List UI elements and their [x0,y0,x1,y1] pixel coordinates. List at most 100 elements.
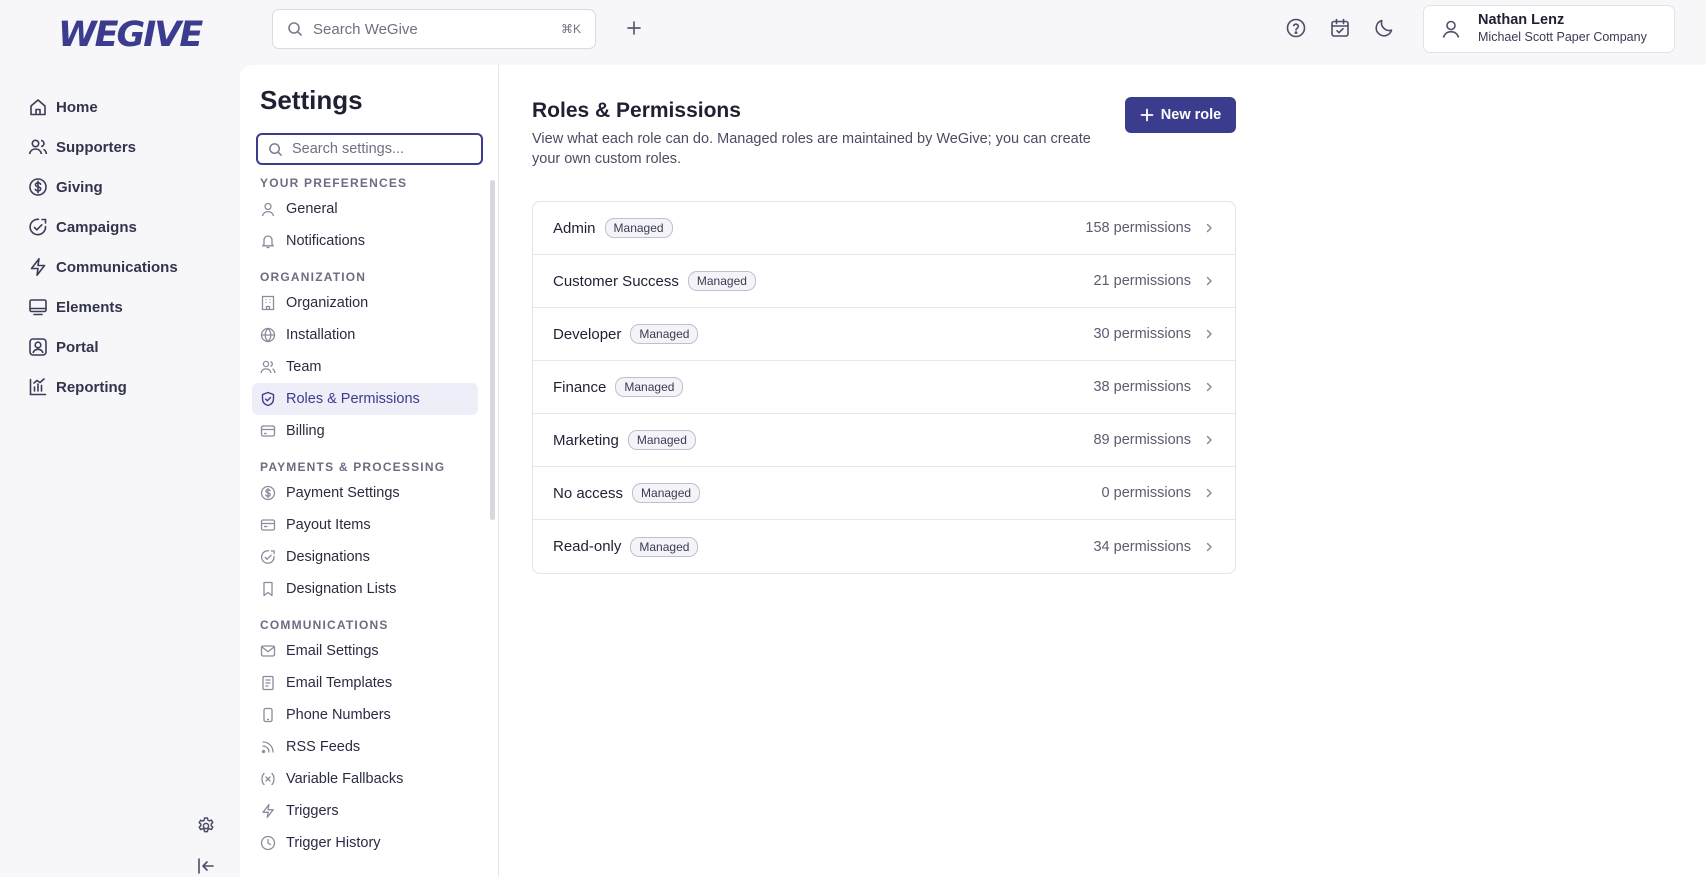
nav-item-home[interactable]: Home [28,87,178,127]
designation-icon [260,549,276,565]
role-name: Admin [553,219,596,237]
role-name: Finance [553,378,607,396]
role-row-customer-success[interactable]: Customer Success Managed 21 permissions [533,255,1235,308]
role-row-read-only[interactable]: Read-only Managed 34 permissions [533,520,1235,573]
nav-item-communications[interactable]: Communications [28,247,178,287]
users-icon [28,137,48,157]
nav-label: Home [56,98,98,116]
nav-item-giving[interactable]: Giving [28,167,178,207]
page-title: Roles & Permissions [532,99,741,122]
role-name: Developer [553,325,622,343]
shield-check-icon [260,391,276,407]
global-search-input[interactable]: Search WeGive ⌘K [272,9,596,49]
chevron-right-icon [1203,222,1215,234]
lightning-icon [260,803,276,819]
nav-label: Campaigns [56,218,137,236]
building-icon [260,295,276,311]
settings-item-payout-items[interactable]: Payout Items [252,509,478,541]
user-company: Michael Scott Paper Company [1478,30,1647,44]
bookmark-icon [260,581,276,597]
settings-scrollbar[interactable] [490,180,495,520]
settings-item-phone-numbers[interactable]: Phone Numbers [252,699,478,731]
role-row-no-access[interactable]: No access Managed 0 permissions [533,467,1235,520]
nav-label: Reporting [56,378,127,396]
managed-badge: Managed [630,536,699,557]
settings-item-label: Variable Fallbacks [286,771,404,787]
role-name: Marketing [553,431,619,449]
user-icon [260,201,276,217]
plus-icon [1140,108,1154,122]
settings-item-label: Triggers [286,803,339,819]
chevron-right-icon [1203,381,1215,393]
role-name: No access [553,484,624,502]
user-name: Nathan Lenz [1478,12,1565,28]
moon-icon[interactable] [1373,17,1395,39]
role-row-developer[interactable]: Developer Managed 30 permissions [533,308,1235,361]
user-avatar-icon [1440,18,1462,40]
role-row-marketing[interactable]: Marketing Managed 89 permissions [533,414,1235,467]
settings-item-organization[interactable]: Organization [252,287,478,319]
nav-item-portal[interactable]: Portal [28,327,178,367]
settings-item-label: Email Settings [286,643,379,659]
settings-item-label: Email Templates [286,675,393,691]
settings-search-input[interactable]: Search settings... [256,133,483,165]
managed-badge: Managed [630,324,699,344]
nav-item-campaigns[interactable]: Campaigns [28,207,178,247]
nav-label: Portal [56,338,99,356]
settings-item-roles-permissions[interactable]: Roles & Permissions [252,383,478,415]
settings-menu: YOUR PREFERENCES General Notifications O… [252,173,478,859]
managed-badge: Managed [632,483,701,503]
section-heading-payments: PAYMENTS & PROCESSING [260,460,446,474]
settings-item-trigger-history[interactable]: Trigger History [252,827,478,859]
permission-count: 30 permissions [1093,326,1191,342]
settings-item-team[interactable]: Team [252,351,478,383]
variable-icon [260,771,276,787]
lightning-icon [28,257,48,277]
logo-text: WEGIVE [58,15,203,55]
managed-badge: Managed [615,377,684,397]
calendar-check-icon[interactable] [1329,17,1351,39]
roles-list: Admin Managed 158 permissions Customer S… [532,201,1236,574]
main-nav: Home Supporters Giving Campaigns Communi… [28,87,178,407]
mail-icon [260,643,276,659]
gear-icon[interactable] [196,816,216,836]
role-name: Read-only [553,538,622,555]
settings-item-billing[interactable]: Billing [252,415,478,447]
settings-item-label: RSS Feeds [286,739,361,755]
payout-icon [260,517,276,533]
nav-item-elements[interactable]: Elements [28,287,178,327]
search-shortcut: ⌘K [560,22,581,36]
settings-item-label: Trigger History [286,835,381,851]
settings-item-email-settings[interactable]: Email Settings [252,635,478,667]
settings-item-rss-feeds[interactable]: RSS Feeds [252,731,478,763]
settings-item-designation-lists[interactable]: Designation Lists [252,573,478,605]
permission-count: 158 permissions [1085,220,1191,236]
settings-item-designations[interactable]: Designations [252,541,478,573]
settings-item-installation[interactable]: Installation [252,319,478,351]
help-circle-icon[interactable] [1285,17,1307,39]
role-row-finance[interactable]: Finance Managed 38 permissions [533,361,1235,414]
monitor-icon [28,297,48,317]
nav-item-supporters[interactable]: Supporters [28,127,178,167]
phone-icon [260,707,276,723]
plus-icon[interactable] [624,18,644,38]
nav-item-reporting[interactable]: Reporting [28,367,178,407]
wegive-logo[interactable]: WEGIVE [58,15,203,55]
role-row-admin[interactable]: Admin Managed 158 permissions [533,202,1235,255]
collapse-sidebar-icon[interactable] [196,856,216,876]
nav-label: Elements [56,298,123,316]
nav-label: Communications [56,258,178,276]
search-icon [287,21,303,37]
settings-item-email-templates[interactable]: Email Templates [252,667,478,699]
settings-item-triggers[interactable]: Triggers [252,795,478,827]
settings-item-payment-settings[interactable]: Payment Settings [252,477,478,509]
new-role-button[interactable]: New role [1125,97,1236,133]
search-icon [268,142,283,157]
bell-icon [260,233,276,249]
permission-count: 34 permissions [1093,538,1191,555]
settings-item-notifications[interactable]: Notifications [252,225,478,257]
user-profile-menu[interactable]: Nathan Lenz Michael Scott Paper Company [1423,5,1675,53]
document-icon [260,675,276,691]
settings-item-general[interactable]: General [252,193,478,225]
settings-item-variable-fallbacks[interactable]: Variable Fallbacks [252,763,478,795]
